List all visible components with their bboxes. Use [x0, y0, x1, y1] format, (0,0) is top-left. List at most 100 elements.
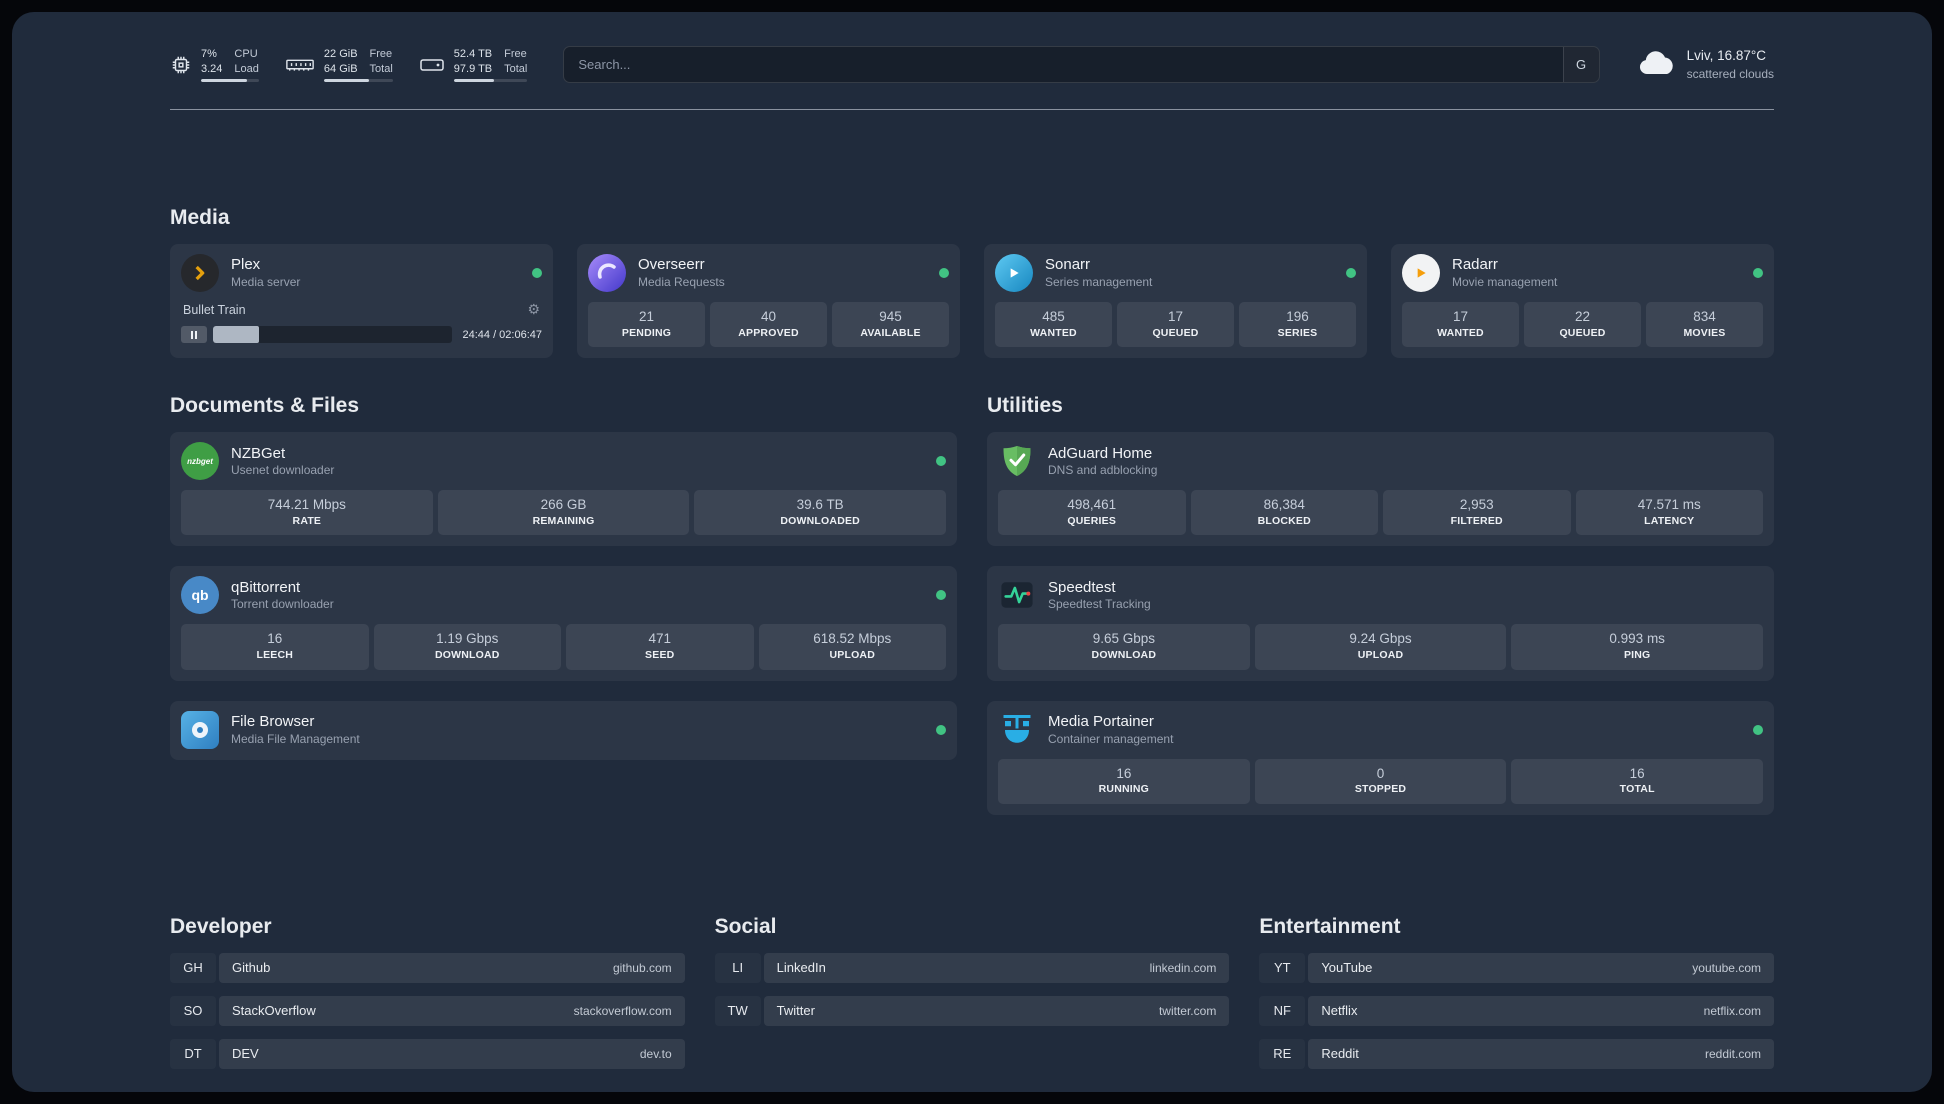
bookmark-twitter[interactable]: TW Twitter twitter.com [715, 995, 1230, 1026]
memory-free-label: Free [369, 47, 393, 60]
header-divider [170, 109, 1774, 110]
overseerr-icon [588, 254, 626, 292]
memory-free-value: 22 GiB [323, 47, 358, 60]
status-dot [936, 456, 946, 467]
stat-tile: 618.52 Mbps UPLOAD [758, 624, 946, 670]
section-title-entertainment: Entertainment [1259, 914, 1401, 938]
section-title-utilities: Utilities [987, 394, 1063, 418]
cpu-progress-bar [201, 79, 259, 83]
stat-tile: 485 WANTED [995, 302, 1112, 348]
stat-tile: 0 STOPPED [1254, 758, 1507, 804]
service-card-filebrowser[interactable]: File Browser Media File Management [170, 700, 957, 760]
stat-label: WANTED [1437, 326, 1484, 339]
stat-label: LATENCY [1644, 514, 1695, 527]
stat-tile: 47.571 ms LATENCY [1575, 490, 1763, 536]
service-card-radarr[interactable]: Radarr Movie management 17 WANTED 22 QUE… [1391, 244, 1774, 359]
section-title-developer: Developer [170, 914, 272, 938]
cpu-icon [170, 54, 192, 76]
stat-tile: 945 AVAILABLE [832, 302, 949, 348]
service-card-sonarr[interactable]: Sonarr Series management 485 WANTED 17 Q… [984, 244, 1367, 359]
bookmark-group-social: Social LI LinkedIn linkedin.com TW Twitt… [715, 915, 1230, 1069]
stat-tile: 498,461 QUERIES [998, 490, 1186, 536]
search-provider-button[interactable]: G [1562, 47, 1599, 82]
status-dot [1346, 268, 1356, 278]
memory-progress-bar [323, 79, 393, 83]
stat-label: QUEUED [1152, 326, 1199, 339]
now-playing-title: Bullet Train [183, 302, 246, 317]
stat-value: 498,461 [1067, 497, 1117, 513]
bookmark-abbr: DT [170, 1039, 216, 1069]
stat-label: DOWNLOADED [780, 514, 860, 527]
stat-value: 16 [1629, 765, 1645, 781]
section-documents: Documents & Files nzbget NZBGet Usenet d… [170, 394, 957, 760]
service-name: Plex [231, 256, 261, 274]
service-description: Torrent downloader [231, 597, 334, 612]
stat-tile: 744.21 Mbps RATE [181, 490, 433, 536]
bookmark-url: reddit.com [1704, 1046, 1761, 1061]
weather-widget[interactable]: Lviv, 16.87°C scattered clouds [1636, 47, 1774, 81]
service-card-nzbget[interactable]: nzbget NZBGet Usenet downloader 744.21 M… [170, 432, 957, 547]
stat-value: 945 [879, 309, 902, 324]
stat-value: 86,384 [1263, 497, 1305, 513]
service-name: AdGuard Home [1048, 444, 1153, 462]
status-dot [939, 268, 949, 278]
bookmark-stackoverflow[interactable]: SO StackOverflow stackoverflow.com [170, 995, 685, 1026]
stat-tile: 9.24 Gbps UPLOAD [1254, 624, 1507, 670]
stat-label: RATE [292, 514, 322, 527]
status-dot [1753, 268, 1763, 278]
pause-button[interactable] [181, 326, 207, 343]
stat-value: 9.65 Gbps [1092, 631, 1155, 647]
stat-label: BLOCKED [1257, 514, 1311, 527]
plex-icon [181, 254, 219, 292]
service-description: Movie management [1452, 274, 1558, 289]
memory-total-value: 64 GiB [323, 62, 358, 75]
bookmark-abbr: TW [715, 996, 761, 1026]
bookmark-dev[interactable]: DT DEV dev.to [170, 1038, 685, 1069]
bookmark-youtube[interactable]: YT YouTube youtube.com [1259, 952, 1774, 983]
stat-label: QUEUED [1559, 326, 1606, 339]
gear-icon[interactable]: ⚙ [527, 301, 540, 318]
bookmark-github[interactable]: GH Github github.com [170, 952, 685, 983]
stat-tile: 196 SERIES [1239, 302, 1356, 348]
bookmark-name: Twitter [776, 1003, 815, 1019]
service-name: Sonarr [1045, 256, 1091, 274]
service-card-plex[interactable]: Plex Media server Bullet Train ⚙ 24:44 /… [170, 244, 553, 359]
service-card-speedtest[interactable]: Speedtest Speedtest Tracking 9.65 Gbps D… [987, 566, 1774, 681]
service-name: Speedtest [1048, 578, 1116, 596]
service-name: File Browser [231, 713, 315, 731]
service-card-adguard[interactable]: AdGuard Home DNS and adblocking 498,461 … [987, 432, 1774, 547]
stat-value: 618.52 Mbps [813, 631, 892, 647]
stat-value: 744.21 Mbps [267, 497, 346, 513]
service-card-portainer[interactable]: Media Portainer Container management 16 … [987, 700, 1774, 815]
service-description: Media server [231, 274, 301, 289]
playback-progress-bar[interactable] [213, 326, 453, 343]
stat-label: QUERIES [1067, 514, 1117, 527]
service-name: Overseerr [638, 256, 705, 274]
bookmark-linkedin[interactable]: LI LinkedIn linkedin.com [715, 952, 1230, 983]
search-input[interactable] [564, 47, 1563, 82]
stat-value: 485 [1042, 309, 1065, 324]
stat-label: SEED [645, 649, 675, 662]
bookmark-name: LinkedIn [776, 960, 826, 976]
stat-value: 17 [1452, 309, 1469, 324]
stat-value: 471 [648, 631, 672, 647]
disk-progress-bar [453, 79, 528, 83]
stat-tile: 9.65 Gbps DOWNLOAD [998, 624, 1250, 670]
bookmark-url: linkedin.com [1149, 960, 1217, 975]
stat-tile: 471 SEED [566, 624, 754, 670]
stat-value: 9.24 Gbps [1349, 631, 1412, 647]
service-card-qbittorrent[interactable]: qb qBittorrent Torrent downloader 16 LEE… [170, 566, 957, 681]
service-card-overseerr[interactable]: Overseerr Media Requests 21 PENDING 40 A… [577, 244, 960, 359]
bookmark-url: github.com [612, 960, 672, 975]
section-title-media: Media [170, 206, 230, 229]
stat-tile: 22 QUEUED [1524, 302, 1641, 348]
radarr-icon [1402, 254, 1440, 292]
service-description: Series management [1045, 274, 1153, 289]
bookmark-netflix[interactable]: NF Netflix netflix.com [1259, 995, 1774, 1026]
stat-label: LEECH [256, 649, 294, 662]
stat-label: TOTAL [1619, 783, 1655, 796]
qbittorrent-icon: qb [181, 576, 219, 615]
bookmark-reddit[interactable]: RE Reddit reddit.com [1259, 1038, 1774, 1069]
stat-tile: 16 TOTAL [1511, 758, 1764, 804]
disk-free-value: 52.4 TB [453, 47, 493, 60]
